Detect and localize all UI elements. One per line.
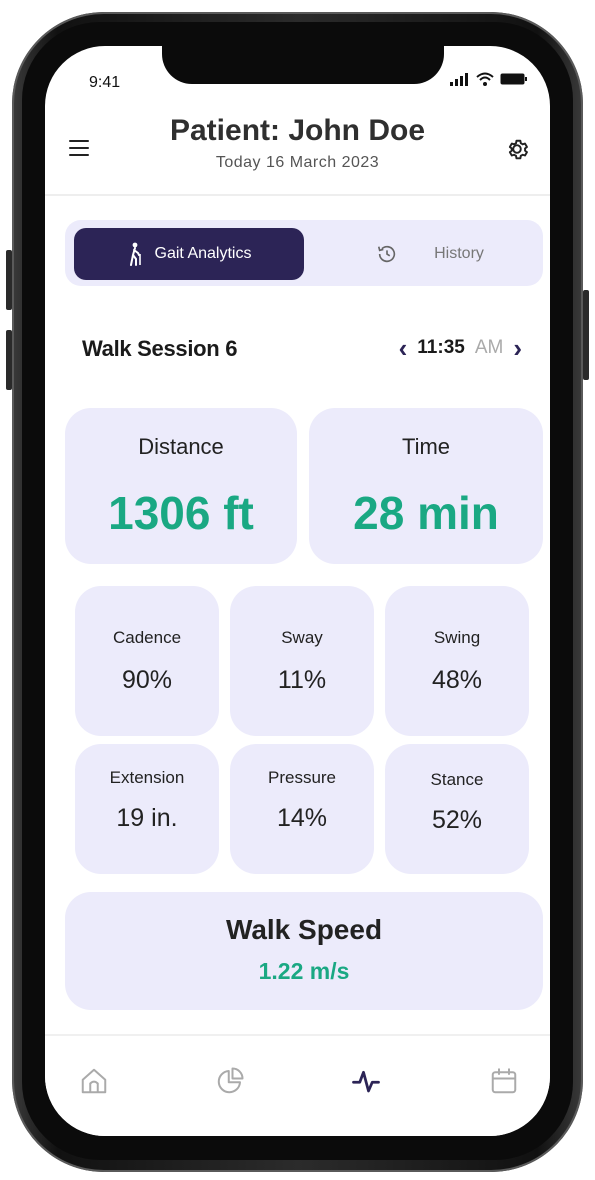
battery-icon xyxy=(500,73,527,85)
pressure-card: Pressure 14% xyxy=(230,744,374,874)
session-header: Walk Session 6 ‹ 11:35 AM › xyxy=(82,335,522,366)
cadence-card: Cadence 90% xyxy=(75,586,219,736)
gear-icon[interactable] xyxy=(504,136,530,162)
status-icons xyxy=(450,72,528,86)
metric-label: Swing xyxy=(433,628,481,647)
metric-value: 14% xyxy=(276,804,328,832)
time-card: Time 28 min xyxy=(309,408,543,564)
distance-value: 1306 ft xyxy=(108,487,254,539)
time-value: 28 min xyxy=(353,487,499,539)
metric-value: 48% xyxy=(431,666,483,694)
status-time: 9:41 xyxy=(89,74,121,91)
walk-speed-label: Walk Speed xyxy=(225,914,383,945)
session-time-nav: ‹ 11:35 AM › xyxy=(399,335,522,361)
tab-label: History xyxy=(434,245,484,262)
metric-value: 90% xyxy=(121,666,173,694)
history-clock-icon xyxy=(378,245,396,263)
wifi-icon xyxy=(476,72,494,86)
bottom-nav xyxy=(45,1034,550,1136)
session-title: Walk Session 6 xyxy=(82,336,238,361)
app-screen: 9:41 Patient: John Doe Today 16 March 20… xyxy=(45,46,550,1136)
page-title: Patient: John Doe xyxy=(169,114,425,147)
sway-card: Sway 11% xyxy=(230,586,374,736)
signal-icon xyxy=(450,73,468,86)
power-button xyxy=(583,290,589,380)
calendar-icon[interactable] xyxy=(489,1066,519,1096)
notch xyxy=(162,46,444,84)
tab-history[interactable]: History xyxy=(335,228,525,280)
activity-icon[interactable] xyxy=(351,1066,381,1096)
distance-label: Distance xyxy=(138,434,224,459)
tab-bar: Gait Analytics History xyxy=(65,220,543,286)
walk-speed-card: Walk Speed 1.22 m/s xyxy=(65,892,543,1010)
stance-card: Stance 52% xyxy=(385,744,529,874)
walk-speed-value: 1.22 m/s xyxy=(258,958,350,984)
walking-cane-icon xyxy=(129,242,141,266)
tab-label: Gait Analytics xyxy=(154,245,252,262)
extension-card: Extension 19 in. xyxy=(75,744,219,874)
time-label: Time xyxy=(401,434,451,459)
session-time: 11:35 xyxy=(417,337,465,358)
metric-label: Sway xyxy=(281,628,323,647)
metric-label: Cadence xyxy=(112,628,182,647)
metric-label: Extension xyxy=(109,768,185,787)
tab-gait-analytics[interactable]: Gait Analytics xyxy=(74,228,304,280)
metric-value: 11% xyxy=(277,666,327,694)
chevron-right-icon[interactable]: › xyxy=(513,335,522,361)
metric-value: 52% xyxy=(431,806,483,834)
swing-card: Swing 48% xyxy=(385,586,529,736)
distance-card: Distance 1306 ft xyxy=(65,408,297,564)
metric-value: 19 in. xyxy=(116,804,178,832)
volume-up-button xyxy=(6,250,12,310)
volume-down-button xyxy=(6,330,12,390)
header: Patient: John Doe Today 16 March 2023 xyxy=(45,106,550,196)
pie-chart-icon[interactable] xyxy=(215,1066,245,1096)
home-icon[interactable] xyxy=(79,1066,109,1096)
metric-label: Stance xyxy=(430,770,484,789)
metric-label: Pressure xyxy=(267,768,337,787)
session-ampm: AM xyxy=(474,337,504,358)
page-subtitle: Today 16 March 2023 xyxy=(215,154,380,171)
chevron-left-icon[interactable]: ‹ xyxy=(399,335,408,361)
